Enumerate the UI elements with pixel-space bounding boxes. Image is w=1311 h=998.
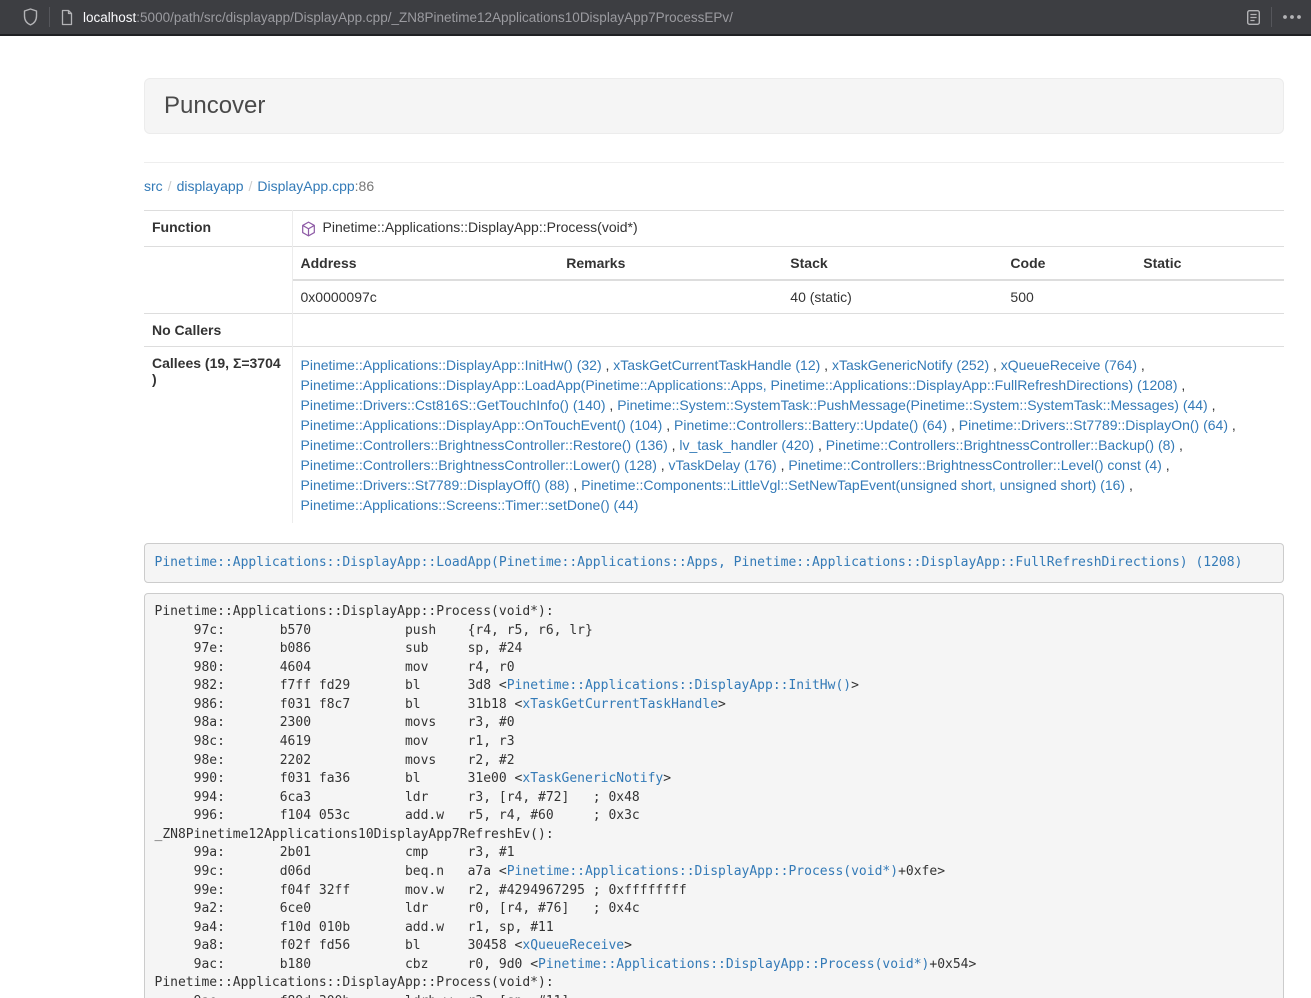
table-row: No Callers [144,314,1284,347]
symbol-table: Function Pinetime::Applications::Display… [144,210,1284,523]
code-value: 500 [1002,280,1135,313]
url-path: :5000/path/src/displayapp/DisplayApp.cpp… [136,10,733,25]
page-content: Puncover src/displayapp/DisplayApp.cpp:8… [144,78,1284,998]
no-callers-label: No Callers [144,314,292,347]
table-row: Address Remarks Stack Code Static 0x0000… [144,247,1284,314]
callee-link[interactable]: Pinetime::Controllers::BrightnessControl… [826,437,1175,453]
static-value [1135,280,1284,313]
attributes-table: Address Remarks Stack Code Static 0x0000… [293,247,1285,313]
symbol-link[interactable]: Pinetime::Applications::DisplayApp::Proc… [538,957,929,972]
callee-link[interactable]: Pinetime::Components::LittleVgl::SetNewT… [581,477,1125,493]
breadcrumb-line-number: :86 [355,178,374,194]
breadcrumb-separator: / [163,178,177,194]
app-header: Puncover [144,78,1284,134]
highlighted-callee-link[interactable]: Pinetime::Applications::DisplayApp::Load… [155,555,1243,570]
table-row: Function Pinetime::Applications::Display… [144,211,1284,247]
callees-line: Pinetime::Applications::DisplayApp::OnTo… [301,415,1277,435]
table-row: 0x0000097c 40 (static) 500 [293,280,1285,313]
toolbar-divider [1271,7,1272,27]
callee-link[interactable]: xTaskGenericNotify (252) [832,357,989,373]
cube-icon [301,221,316,240]
url-host: localhost [83,10,136,25]
callees-list: Pinetime::Applications::DisplayApp::Init… [292,347,1284,524]
browser-toolbar: localhost:5000/path/src/displayapp/Displ… [0,0,1311,36]
symbol-link[interactable]: Pinetime::Applications::DisplayApp::Init… [507,678,851,693]
table-row: Callees (19, Σ=3704 ) Pinetime::Applicat… [144,347,1284,524]
callee-link[interactable]: Pinetime::Drivers::Cst816S::GetTouchInfo… [301,397,606,413]
callee-link[interactable]: Pinetime::Applications::Screens::Timer::… [301,497,639,513]
page-icon[interactable] [60,9,74,26]
assembly-code: Pinetime::Applications::DisplayApp::Proc… [144,593,1284,998]
breadcrumb-separator: / [244,178,258,194]
callee-link[interactable]: Pinetime::Applications::DisplayApp::Init… [301,357,602,373]
stack-value: 40 (static) [782,280,1002,313]
url-bar[interactable]: localhost:5000/path/src/displayapp/Displ… [83,10,1246,25]
section-divider [144,162,1284,163]
callees-line: Pinetime::Drivers::St7789::DisplayOff() … [301,475,1277,495]
callees-line: Pinetime::Applications::Screens::Timer::… [301,495,1277,515]
function-row-label: Function [144,211,292,247]
remarks-value [558,280,782,313]
table-header-row: Address Remarks Stack Code Static [293,247,1285,280]
callees-line: Pinetime::Applications::DisplayApp::Init… [301,355,1277,375]
callees-label: Callees (19, Σ=3704 ) [144,347,292,524]
reader-view-icon[interactable] [1246,9,1261,26]
callee-link[interactable]: lv_task_handler (420) [679,437,814,453]
symbol-link[interactable]: Pinetime::Applications::DisplayApp::Proc… [507,864,898,879]
symbol-link[interactable]: xTaskGetCurrentTaskHandle [522,697,718,712]
callee-link[interactable]: Pinetime::System::SystemTask::PushMessag… [617,397,1208,413]
callee-link[interactable]: Pinetime::Applications::DisplayApp::Load… [301,377,1178,393]
callee-link[interactable]: Pinetime::Controllers::BrightnessControl… [788,457,1161,473]
callees-line: Pinetime::Controllers::BrightnessControl… [301,455,1277,475]
code-header: Code [1002,247,1135,280]
function-name: Pinetime::Applications::DisplayApp::Proc… [323,219,638,235]
callees-line: Pinetime::Drivers::Cst816S::GetTouchInfo… [301,395,1277,415]
breadcrumb-link[interactable]: src [144,178,163,194]
callee-link[interactable]: Pinetime::Controllers::BrightnessControl… [301,457,657,473]
callee-link[interactable]: vTaskDelay (176) [669,457,777,473]
highlighted-callee: Pinetime::Applications::DisplayApp::Load… [144,543,1284,583]
symbol-link[interactable]: xTaskGenericNotify [522,771,663,786]
remarks-header: Remarks [558,247,782,280]
symbol-link[interactable]: xQueueReceive [522,938,624,953]
stack-header: Stack [782,247,1002,280]
callee-link[interactable]: xTaskGetCurrentTaskHandle (12) [613,357,820,373]
ellipsis-icon[interactable] [1282,14,1302,20]
app-title[interactable]: Puncover [164,92,265,119]
breadcrumb-link[interactable]: displayapp [177,178,244,194]
address-value: 0x0000097c [293,280,559,313]
callee-link[interactable]: Pinetime::Controllers::Battery::Update()… [674,417,947,433]
shield-icon[interactable] [22,8,39,26]
callee-link[interactable]: xQueueReceive (764) [1001,357,1137,373]
callee-link[interactable]: Pinetime::Drivers::St7789::DisplayOff() … [301,477,570,493]
callee-link[interactable]: Pinetime::Drivers::St7789::DisplayOn() (… [959,417,1228,433]
callee-link[interactable]: Pinetime::Controllers::BrightnessControl… [301,437,668,453]
breadcrumb: src/displayapp/DisplayApp.cpp:86 [144,176,1284,196]
callees-line: Pinetime::Controllers::BrightnessControl… [301,435,1277,455]
breadcrumb-link[interactable]: DisplayApp.cpp [257,178,354,194]
address-header: Address [293,247,559,280]
static-header: Static [1135,247,1284,280]
callee-link[interactable]: Pinetime::Applications::DisplayApp::OnTo… [301,417,663,433]
callees-line: Pinetime::Applications::DisplayApp::Load… [301,375,1277,395]
toolbar-divider [49,7,50,27]
